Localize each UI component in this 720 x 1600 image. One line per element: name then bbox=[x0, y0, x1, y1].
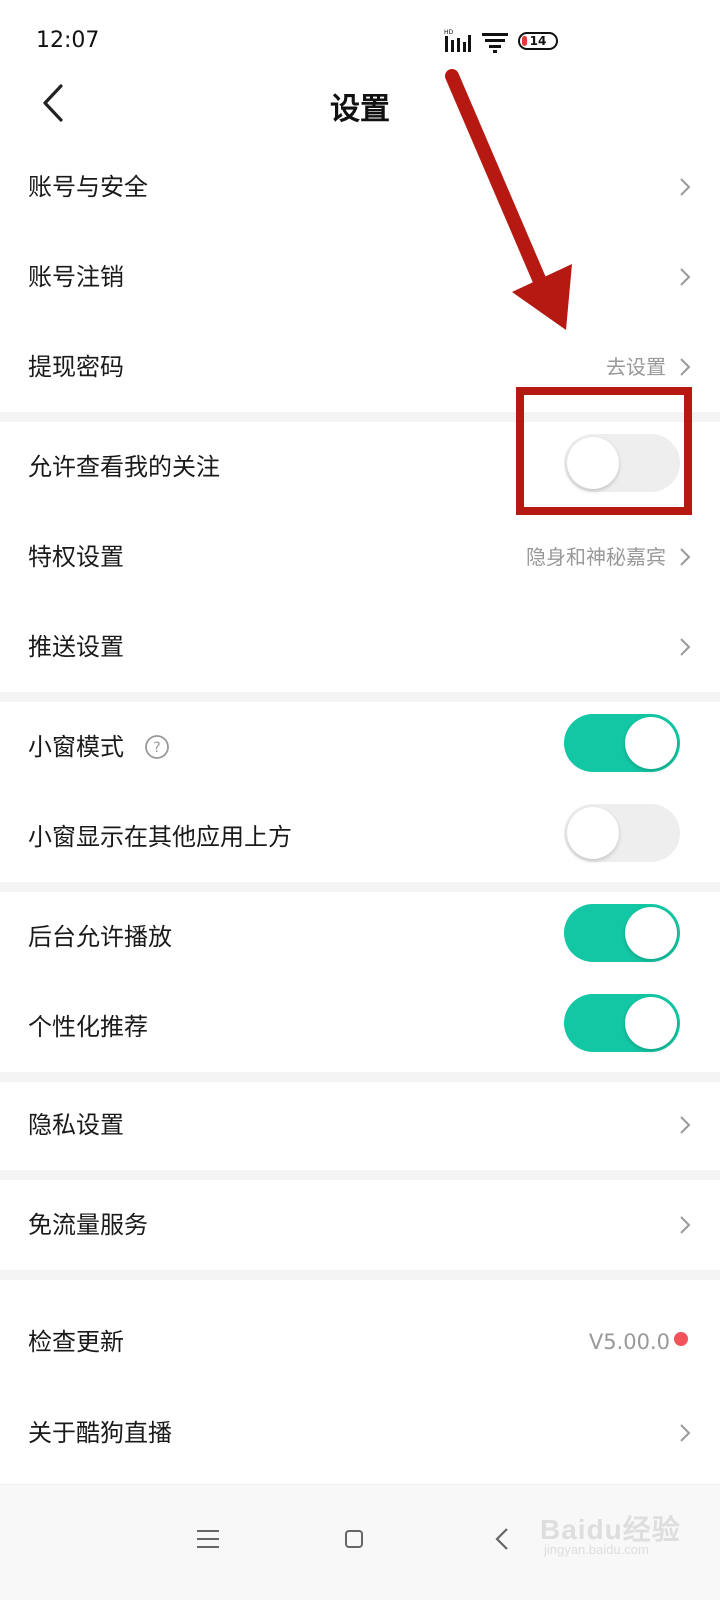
row-account-security[interactable]: 账号与安全 bbox=[0, 142, 720, 232]
home-square-icon bbox=[345, 1530, 363, 1548]
toggle-knob bbox=[625, 907, 677, 959]
update-badge bbox=[674, 1332, 688, 1346]
row-label: 提现密码 bbox=[28, 353, 124, 381]
row-free-data-service[interactable]: 免流量服务 bbox=[0, 1180, 720, 1270]
svg-text:HD: HD bbox=[444, 29, 454, 36]
row-check-update[interactable]: 检查更新 V5.00.0 bbox=[0, 1292, 720, 1392]
mini-window-mode-toggle[interactable] bbox=[564, 714, 680, 772]
svg-text:?: ? bbox=[153, 740, 160, 756]
signal-icon: HD bbox=[444, 29, 471, 52]
row-label: 小窗模式 bbox=[28, 733, 124, 761]
chevron-right-icon bbox=[680, 1216, 691, 1234]
page-title: 设置 bbox=[330, 92, 390, 127]
row-label: 后台允许播放 bbox=[28, 923, 172, 951]
row-label: 特权设置 bbox=[28, 543, 124, 571]
annotation-highlight-box bbox=[516, 387, 692, 515]
chevron-right-icon bbox=[680, 548, 691, 566]
nav-back-button[interactable] bbox=[472, 1509, 532, 1569]
menu-icon bbox=[197, 1530, 219, 1548]
chevron-right-icon bbox=[680, 638, 691, 656]
row-value: 隐身和神秘嘉宾 bbox=[526, 545, 666, 569]
row-account-cancel[interactable]: 账号注销 bbox=[0, 232, 720, 322]
row-privilege-settings[interactable]: 特权设置 隐身和神秘嘉宾 bbox=[0, 512, 720, 602]
question-circle-icon[interactable]: ? bbox=[144, 734, 170, 760]
row-about[interactable]: 关于酷狗直播 bbox=[0, 1388, 720, 1478]
row-label: 隐私设置 bbox=[28, 1111, 124, 1139]
row-label: 关于酷狗直播 bbox=[28, 1419, 172, 1447]
row-push-settings[interactable]: 推送设置 bbox=[0, 602, 720, 692]
toggle-knob bbox=[625, 997, 677, 1049]
status-time: 12:07 bbox=[36, 28, 100, 53]
row-privacy-settings[interactable]: 隐私设置 bbox=[0, 1080, 720, 1170]
row-label: 个性化推荐 bbox=[28, 1013, 148, 1041]
row-label: 小窗显示在其他应用上方 bbox=[28, 823, 292, 851]
row-label: 账号与安全 bbox=[28, 173, 148, 201]
toggle-knob bbox=[625, 717, 677, 769]
background-play-toggle[interactable] bbox=[564, 904, 680, 962]
header: 设置 bbox=[0, 64, 720, 144]
chevron-right-icon bbox=[680, 1424, 691, 1442]
battery-icon: 14 bbox=[518, 32, 558, 50]
home-button[interactable] bbox=[324, 1509, 384, 1569]
toggle-knob bbox=[567, 807, 619, 859]
mini-window-overlay-toggle[interactable] bbox=[564, 804, 680, 862]
section-divider bbox=[0, 1170, 720, 1180]
row-label: 推送设置 bbox=[28, 633, 124, 661]
version-value: V5.00.0 bbox=[588, 1330, 670, 1354]
row-label: 账号注销 bbox=[28, 263, 124, 291]
chevron-right-icon bbox=[680, 268, 691, 286]
chevron-right-icon bbox=[680, 178, 691, 196]
watermark-url: jingyan.baidu.com bbox=[544, 1542, 649, 1557]
battery-level: 14 bbox=[529, 34, 547, 48]
menu-button[interactable] bbox=[178, 1509, 238, 1569]
section-divider bbox=[0, 692, 720, 702]
status-icons: HD 14 bbox=[444, 26, 558, 56]
section-divider bbox=[0, 882, 720, 892]
row-label: 免流量服务 bbox=[28, 1211, 148, 1239]
chevron-right-icon bbox=[680, 358, 691, 376]
row-label: 检查更新 bbox=[28, 1328, 124, 1356]
baidu-watermark: Baidu经验 jingyan.baidu.com bbox=[540, 1488, 710, 1568]
wifi-icon bbox=[482, 33, 508, 53]
personalized-recommend-toggle[interactable] bbox=[564, 994, 680, 1052]
chevron-right-icon bbox=[680, 1116, 691, 1134]
row-label: 允许查看我的关注 bbox=[28, 453, 220, 481]
section-divider bbox=[0, 1270, 720, 1280]
nav-back-icon bbox=[495, 1528, 508, 1550]
